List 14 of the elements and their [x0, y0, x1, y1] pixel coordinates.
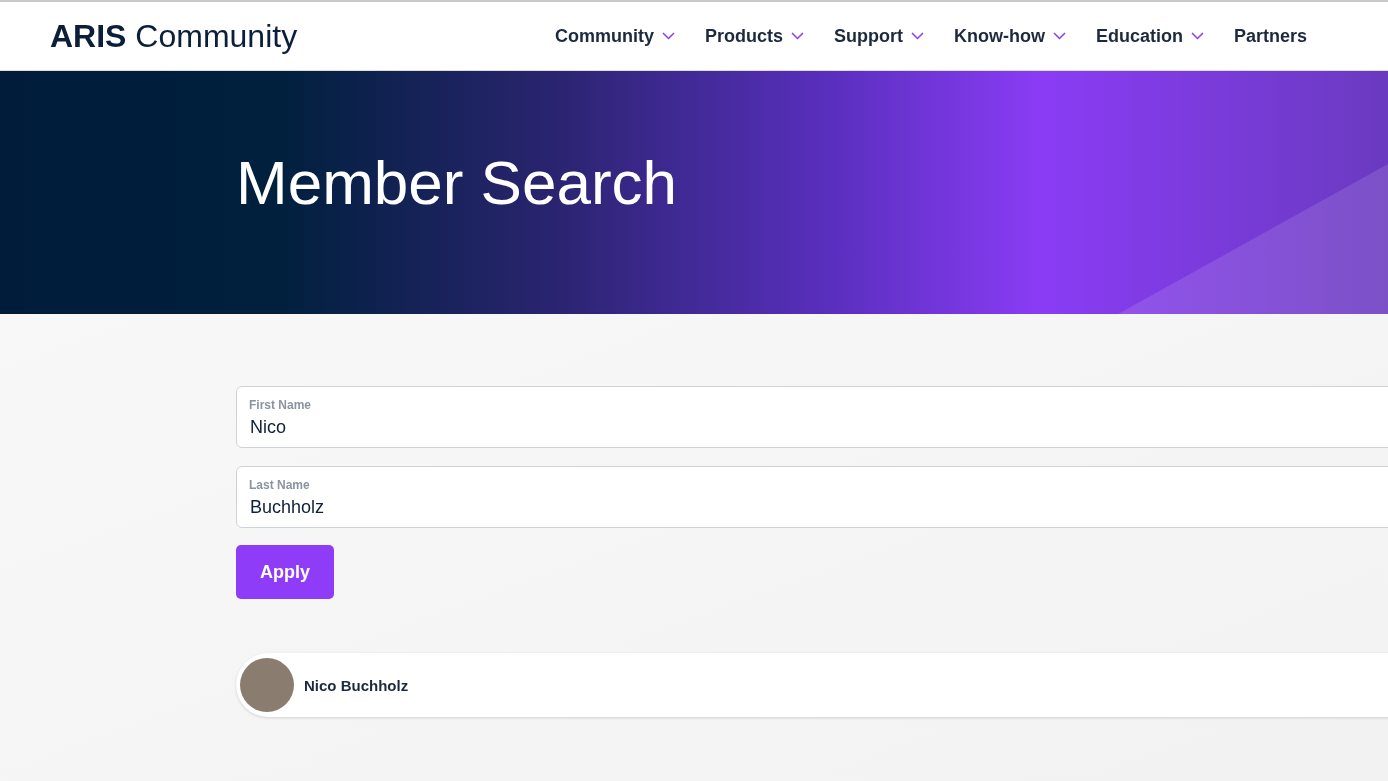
- field-label: Last Name: [249, 478, 310, 492]
- nav-menu-item[interactable]: Support: [833, 25, 924, 47]
- nav-menu-item[interactable]: Partners: [1233, 25, 1307, 47]
- field-label: First Name: [249, 398, 312, 412]
- apply-button[interactable]: Apply: [236, 545, 334, 599]
- site-logo[interactable]: ARIS Community: [50, 17, 298, 55]
- nav-menu-item[interactable]: Know-how: [953, 25, 1066, 47]
- nav-menu-item[interactable]: Community: [554, 25, 675, 47]
- page-title: Member Search: [236, 147, 678, 218]
- member-name[interactable]: Nico Buchholz: [304, 676, 409, 694]
- member-card[interactable]: Nico Buchholz: [236, 653, 1388, 717]
- nav-menu-item[interactable]: Products: [704, 25, 804, 47]
- avatar-placeholder: [240, 658, 294, 712]
- nav-menu-item[interactable]: Education: [1095, 25, 1204, 47]
